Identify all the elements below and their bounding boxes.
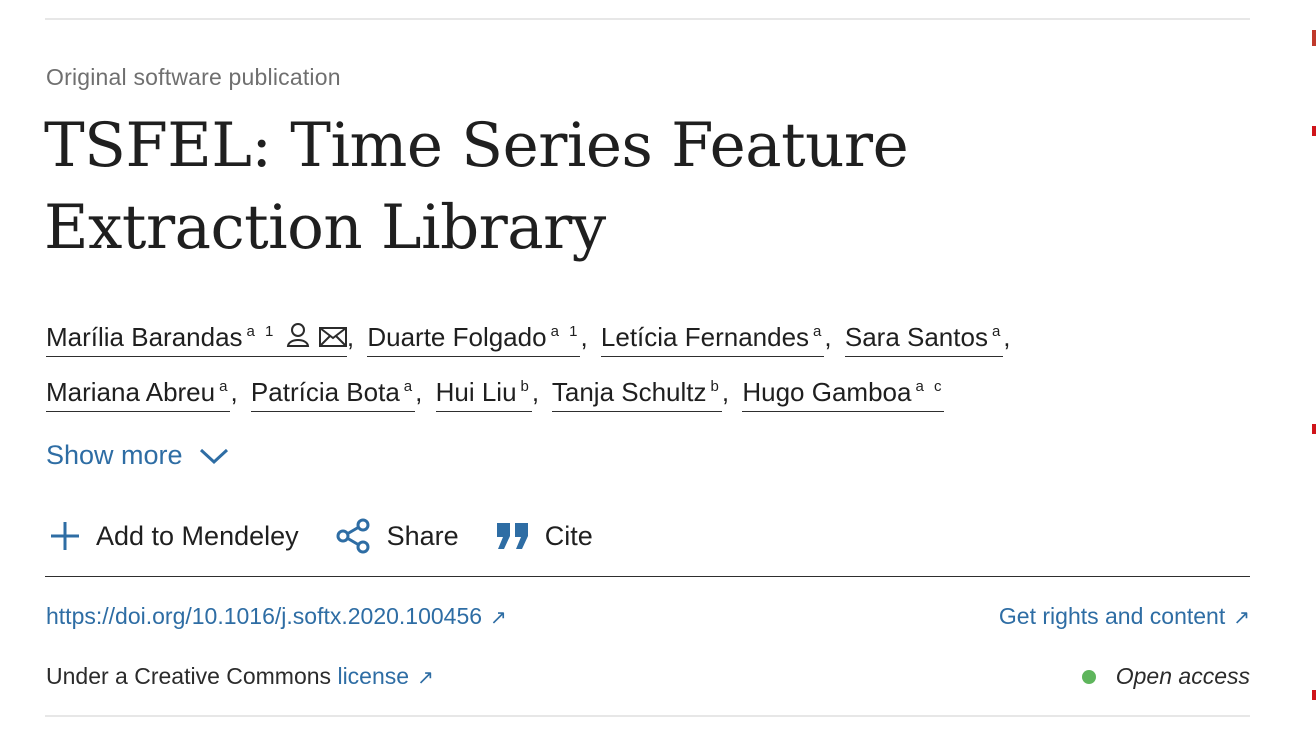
author-link[interactable]: Duarte Folgado a 1	[367, 322, 581, 357]
show-more-button[interactable]: Show more	[46, 440, 229, 471]
author-separator: ,	[230, 377, 238, 407]
author-link[interactable]: Sara Santos a	[844, 322, 1004, 357]
license-link-text: license	[337, 663, 410, 689]
edge-marker	[1312, 690, 1316, 700]
author-name: Mariana Abreu	[46, 377, 216, 407]
author-link[interactable]: Marília Barandas a 1	[46, 322, 347, 357]
license-prefix: Under a Creative Commons	[46, 663, 332, 689]
quote-icon	[496, 523, 528, 549]
show-more-label: Show more	[46, 440, 183, 470]
author-link[interactable]: Hui Liu b	[435, 377, 532, 412]
author-affiliation: a	[403, 378, 416, 395]
doi-link[interactable]: https://doi.org/10.1016/j.softx.2020.100…	[46, 603, 507, 630]
share-button[interactable]: Share	[335, 517, 459, 555]
cite-button[interactable]: Cite	[495, 521, 593, 552]
author-link[interactable]: Hugo Gamboa a c	[742, 377, 945, 412]
author-separator: ,	[415, 377, 423, 407]
share-icon	[336, 518, 370, 554]
author-separator: ,	[346, 322, 355, 352]
author-affiliation: a 1	[550, 323, 581, 340]
article-title: TSFEL: Time Series Feature Extraction Li…	[44, 110, 909, 263]
cite-label: Cite	[544, 520, 593, 551]
rights-text: Get rights and content	[998, 603, 1226, 629]
person-icon	[286, 315, 310, 363]
author-affiliation: a 1	[246, 323, 277, 340]
edge-marker	[1312, 30, 1316, 46]
bottom-divider	[45, 715, 1250, 717]
open-access-label: Open access	[1115, 663, 1250, 689]
license-statement: Under a Creative Commons license ↗	[46, 663, 434, 690]
author-name: Hui Liu	[435, 377, 517, 407]
edge-marker	[1312, 126, 1316, 136]
author-separator: ,	[1003, 322, 1011, 352]
envelope-icon	[318, 315, 347, 363]
doi-text: https://doi.org/10.1016/j.softx.2020.100…	[46, 603, 483, 629]
author-affiliation: b	[710, 378, 722, 395]
author-link[interactable]: Patrícia Bota a	[250, 377, 416, 412]
author-affiliation: b	[520, 378, 532, 395]
author-name: Duarte Folgado	[367, 322, 547, 352]
author-separator: ,	[580, 322, 588, 352]
open-access-indicator: Open access	[1081, 663, 1250, 690]
author-name: Tanja Schultz	[551, 377, 707, 407]
share-label: Share	[386, 520, 459, 551]
author-separator: ,	[531, 377, 540, 407]
article-toolbar: Add to Mendeley Share Cite	[48, 517, 629, 555]
add-to-mendeley-label: Add to Mendeley	[96, 520, 299, 551]
edge-marker	[1312, 424, 1316, 434]
author-separator: ,	[721, 377, 730, 407]
top-divider	[45, 18, 1250, 20]
license-link[interactable]: license ↗	[337, 663, 433, 689]
plus-icon	[51, 522, 79, 550]
author-name: Letícia Fernandes	[600, 322, 810, 352]
open-access-dot-icon	[1081, 669, 1096, 684]
author-link[interactable]: Mariana Abreu a	[46, 377, 231, 412]
article-type-label: Original software publication	[46, 64, 341, 90]
author-affiliation: a	[813, 323, 825, 340]
author-affiliation: a c	[915, 378, 945, 395]
author-separator: ,	[824, 322, 832, 352]
author-link[interactable]: Tanja Schultz b	[551, 377, 722, 412]
add-to-mendeley-button[interactable]: Add to Mendeley	[48, 519, 299, 553]
author-list: Marília Barandas a 1 , Duarte Folgado a 1,…	[46, 308, 1246, 416]
chevron-down-icon	[199, 448, 228, 464]
external-link-icon: ↗	[417, 667, 434, 689]
author-name: Patrícia Bota	[250, 377, 400, 407]
rights-and-content-link[interactable]: Get rights and content ↗	[999, 603, 1250, 630]
external-link-icon: ↗	[490, 607, 507, 629]
toolbar-divider	[45, 576, 1250, 577]
author-link[interactable]: Letícia Fernandes a	[600, 322, 825, 357]
author-name: Marília Barandas	[46, 322, 243, 352]
external-link-icon: ↗	[1233, 607, 1250, 629]
author-affiliation: a	[219, 378, 231, 395]
author-name: Hugo Gamboa	[742, 377, 912, 407]
author-affiliation: a	[991, 323, 1004, 340]
author-name: Sara Santos	[844, 322, 988, 352]
